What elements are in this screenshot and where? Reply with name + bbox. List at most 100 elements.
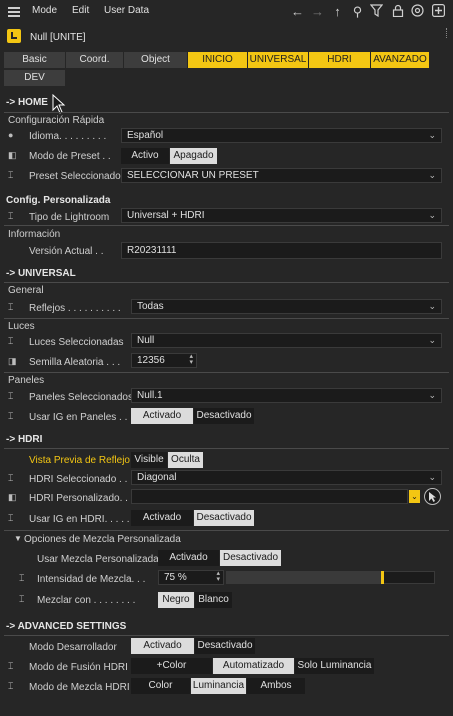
preview-oculta[interactable]: Oculta: [168, 452, 203, 468]
mezcla-mode-ambos[interactable]: Ambos: [247, 678, 305, 694]
arrow-right-icon[interactable]: →: [310, 4, 325, 19]
chevron-down-icon[interactable]: ⌄: [409, 490, 420, 503]
triangle-down-icon[interactable]: ▼: [14, 534, 22, 543]
mix-custom-activado[interactable]: Activado: [158, 550, 219, 566]
mix-group-header[interactable]: Opciones de Mezcla Personalizada: [24, 534, 181, 545]
idioma-dropdown[interactable]: Español ⌄: [121, 128, 442, 143]
tab-object[interactable]: Object: [124, 52, 188, 68]
hdri-selected-value: Diagonal: [137, 472, 177, 483]
link-bracket-icon: ⌶: [8, 170, 14, 180]
arrow-up-icon[interactable]: ↑: [330, 4, 345, 19]
chevron-down-icon: ⌄: [428, 301, 436, 311]
preset-mode-label: Modo de Preset . .: [29, 151, 111, 162]
idioma-label: Idioma. . . . . . . . .: [29, 131, 107, 142]
arrow-left-icon[interactable]: ←: [290, 4, 305, 19]
semilla-field[interactable]: 12356 ▴ ▾: [131, 353, 197, 368]
dev-mode-activado[interactable]: Activado: [131, 638, 194, 654]
circle-icon: ●: [8, 130, 14, 140]
mix-with-blanco[interactable]: Blanco: [195, 592, 232, 608]
preview-visible[interactable]: Visible: [131, 452, 167, 468]
target-icon[interactable]: [410, 4, 425, 19]
divider: [4, 372, 449, 373]
dev-mode-desactivado[interactable]: Desactivado: [195, 638, 255, 654]
luces-selected-dropdown[interactable]: Null ⌄: [131, 333, 442, 348]
intensity-slider-knob[interactable]: [381, 571, 384, 584]
group-general: General: [8, 285, 44, 296]
link-bracket-icon: ⌶: [8, 391, 14, 401]
dev-mode-label: Modo Desarrollador: [29, 642, 117, 653]
chevron-down-icon: ⌄: [428, 130, 436, 140]
filter-icon[interactable]: [369, 4, 384, 19]
ig-hdri-activado[interactable]: Activado: [131, 510, 193, 526]
tab-universal[interactable]: UNIVERSAL: [248, 52, 309, 68]
preset-selected-dropdown[interactable]: SELECCIONAR UN PRESET ⌄: [121, 168, 442, 183]
tab-coord[interactable]: Coord.: [66, 52, 124, 68]
group-luces: Luces: [8, 321, 35, 332]
tab-hdri[interactable]: HDRI: [309, 52, 371, 68]
paneles-selected-dropdown[interactable]: Null.1 ⌄: [131, 388, 442, 403]
menu-edit[interactable]: Edit: [72, 5, 89, 16]
ig-paneles-activado[interactable]: Activado: [131, 408, 193, 424]
ig-hdri-desactivado[interactable]: Desactivado: [194, 510, 254, 526]
luces-selected-value: Null: [137, 335, 155, 346]
mezcla-mode-luminancia[interactable]: Luminancia: [191, 678, 246, 694]
drag-handle-icon[interactable]: [446, 28, 448, 38]
reflejos-label: Reflejos . . . . . . . . . .: [29, 303, 121, 314]
divider: [4, 448, 449, 449]
hamburger-menu-icon[interactable]: [8, 7, 20, 17]
lock-icon[interactable]: [390, 4, 405, 19]
tab-dev[interactable]: DEV: [4, 70, 66, 86]
reflejos-value: Todas: [137, 301, 164, 312]
intensity-label: Intensidad de Mezcla. . .: [37, 574, 146, 585]
stepper-arrows-icon[interactable]: ▴ ▾: [189, 353, 193, 366]
section-universal-header[interactable]: -> UNIVERSAL: [6, 268, 76, 279]
preset-mode-apagado[interactable]: Apagado: [170, 148, 217, 164]
half-square-icon: ◧: [8, 150, 17, 160]
section-home-header[interactable]: -> HOME: [6, 97, 48, 108]
search-icon[interactable]: ⚲: [350, 4, 365, 19]
fusion-mode-automatizado[interactable]: Automatizado: [213, 658, 294, 674]
divider: [4, 530, 449, 531]
hdri-selected-dropdown[interactable]: Diagonal ⌄: [131, 470, 442, 485]
link-bracket-icon: ⌶: [19, 573, 25, 583]
mezcla-mode-color[interactable]: Color: [131, 678, 190, 694]
ig-paneles-desactivado[interactable]: Desactivado: [194, 408, 254, 424]
link-bracket-icon: ⌶: [8, 211, 14, 221]
divider: [4, 635, 449, 636]
fusion-mode-solo-luminancia[interactable]: Solo Luminancia: [295, 658, 374, 674]
pick-cursor-icon[interactable]: [424, 488, 441, 505]
section-hdri-header[interactable]: -> HDRI: [6, 434, 42, 445]
fusion-mode-color[interactable]: +Color: [131, 658, 212, 674]
group-quick-config: Configuración Rápida: [8, 115, 105, 126]
intensity-slider[interactable]: [226, 571, 435, 584]
mix-with-negro[interactable]: Negro: [158, 592, 194, 608]
group-paneles: Paneles: [8, 375, 45, 386]
hdri-custom-path-field[interactable]: [131, 489, 408, 504]
link-bracket-icon: ⌶: [8, 681, 14, 691]
paneles-selected-label: Paneles Seleccionados: [29, 392, 133, 403]
luces-selected-label: Luces Seleccionadas: [29, 337, 124, 348]
tab-basic[interactable]: Basic: [4, 52, 66, 68]
tab-inicio[interactable]: INICIO: [188, 52, 248, 68]
mix-with-label: Mezclar con . . . . . . . .: [37, 595, 136, 606]
chevron-down-icon: ⌄: [428, 472, 436, 482]
menu-mode[interactable]: Mode: [32, 5, 57, 16]
chevron-down-icon: ⌄: [428, 335, 436, 345]
stepper-arrows-icon[interactable]: ▴ ▾: [216, 570, 220, 583]
intensity-value: 75 %: [164, 572, 187, 583]
mix-custom-desactivado[interactable]: Desactivado: [220, 550, 281, 566]
tab-avanzado[interactable]: AVANZADO: [371, 52, 430, 68]
preset-mode-activo[interactable]: Activo: [121, 148, 169, 164]
semilla-value: 12356: [137, 355, 165, 366]
menu-user-data[interactable]: User Data: [104, 5, 149, 16]
lightroom-type-dropdown[interactable]: Universal + HDRI ⌄: [121, 208, 442, 223]
hdri-custom-label: HDRI Personalizado. . .: [29, 493, 134, 504]
version-field[interactable]: R20231111: [121, 242, 442, 259]
chevron-down-icon: ⌄: [428, 170, 436, 180]
idioma-value: Español: [127, 130, 164, 141]
section-advanced-header[interactable]: -> ADVANCED SETTINGS: [6, 621, 126, 632]
reflejos-dropdown[interactable]: Todas ⌄: [131, 299, 442, 314]
add-icon[interactable]: [431, 4, 446, 19]
intensity-field[interactable]: 75 % ▴ ▾: [158, 570, 224, 585]
divider: [4, 318, 449, 319]
